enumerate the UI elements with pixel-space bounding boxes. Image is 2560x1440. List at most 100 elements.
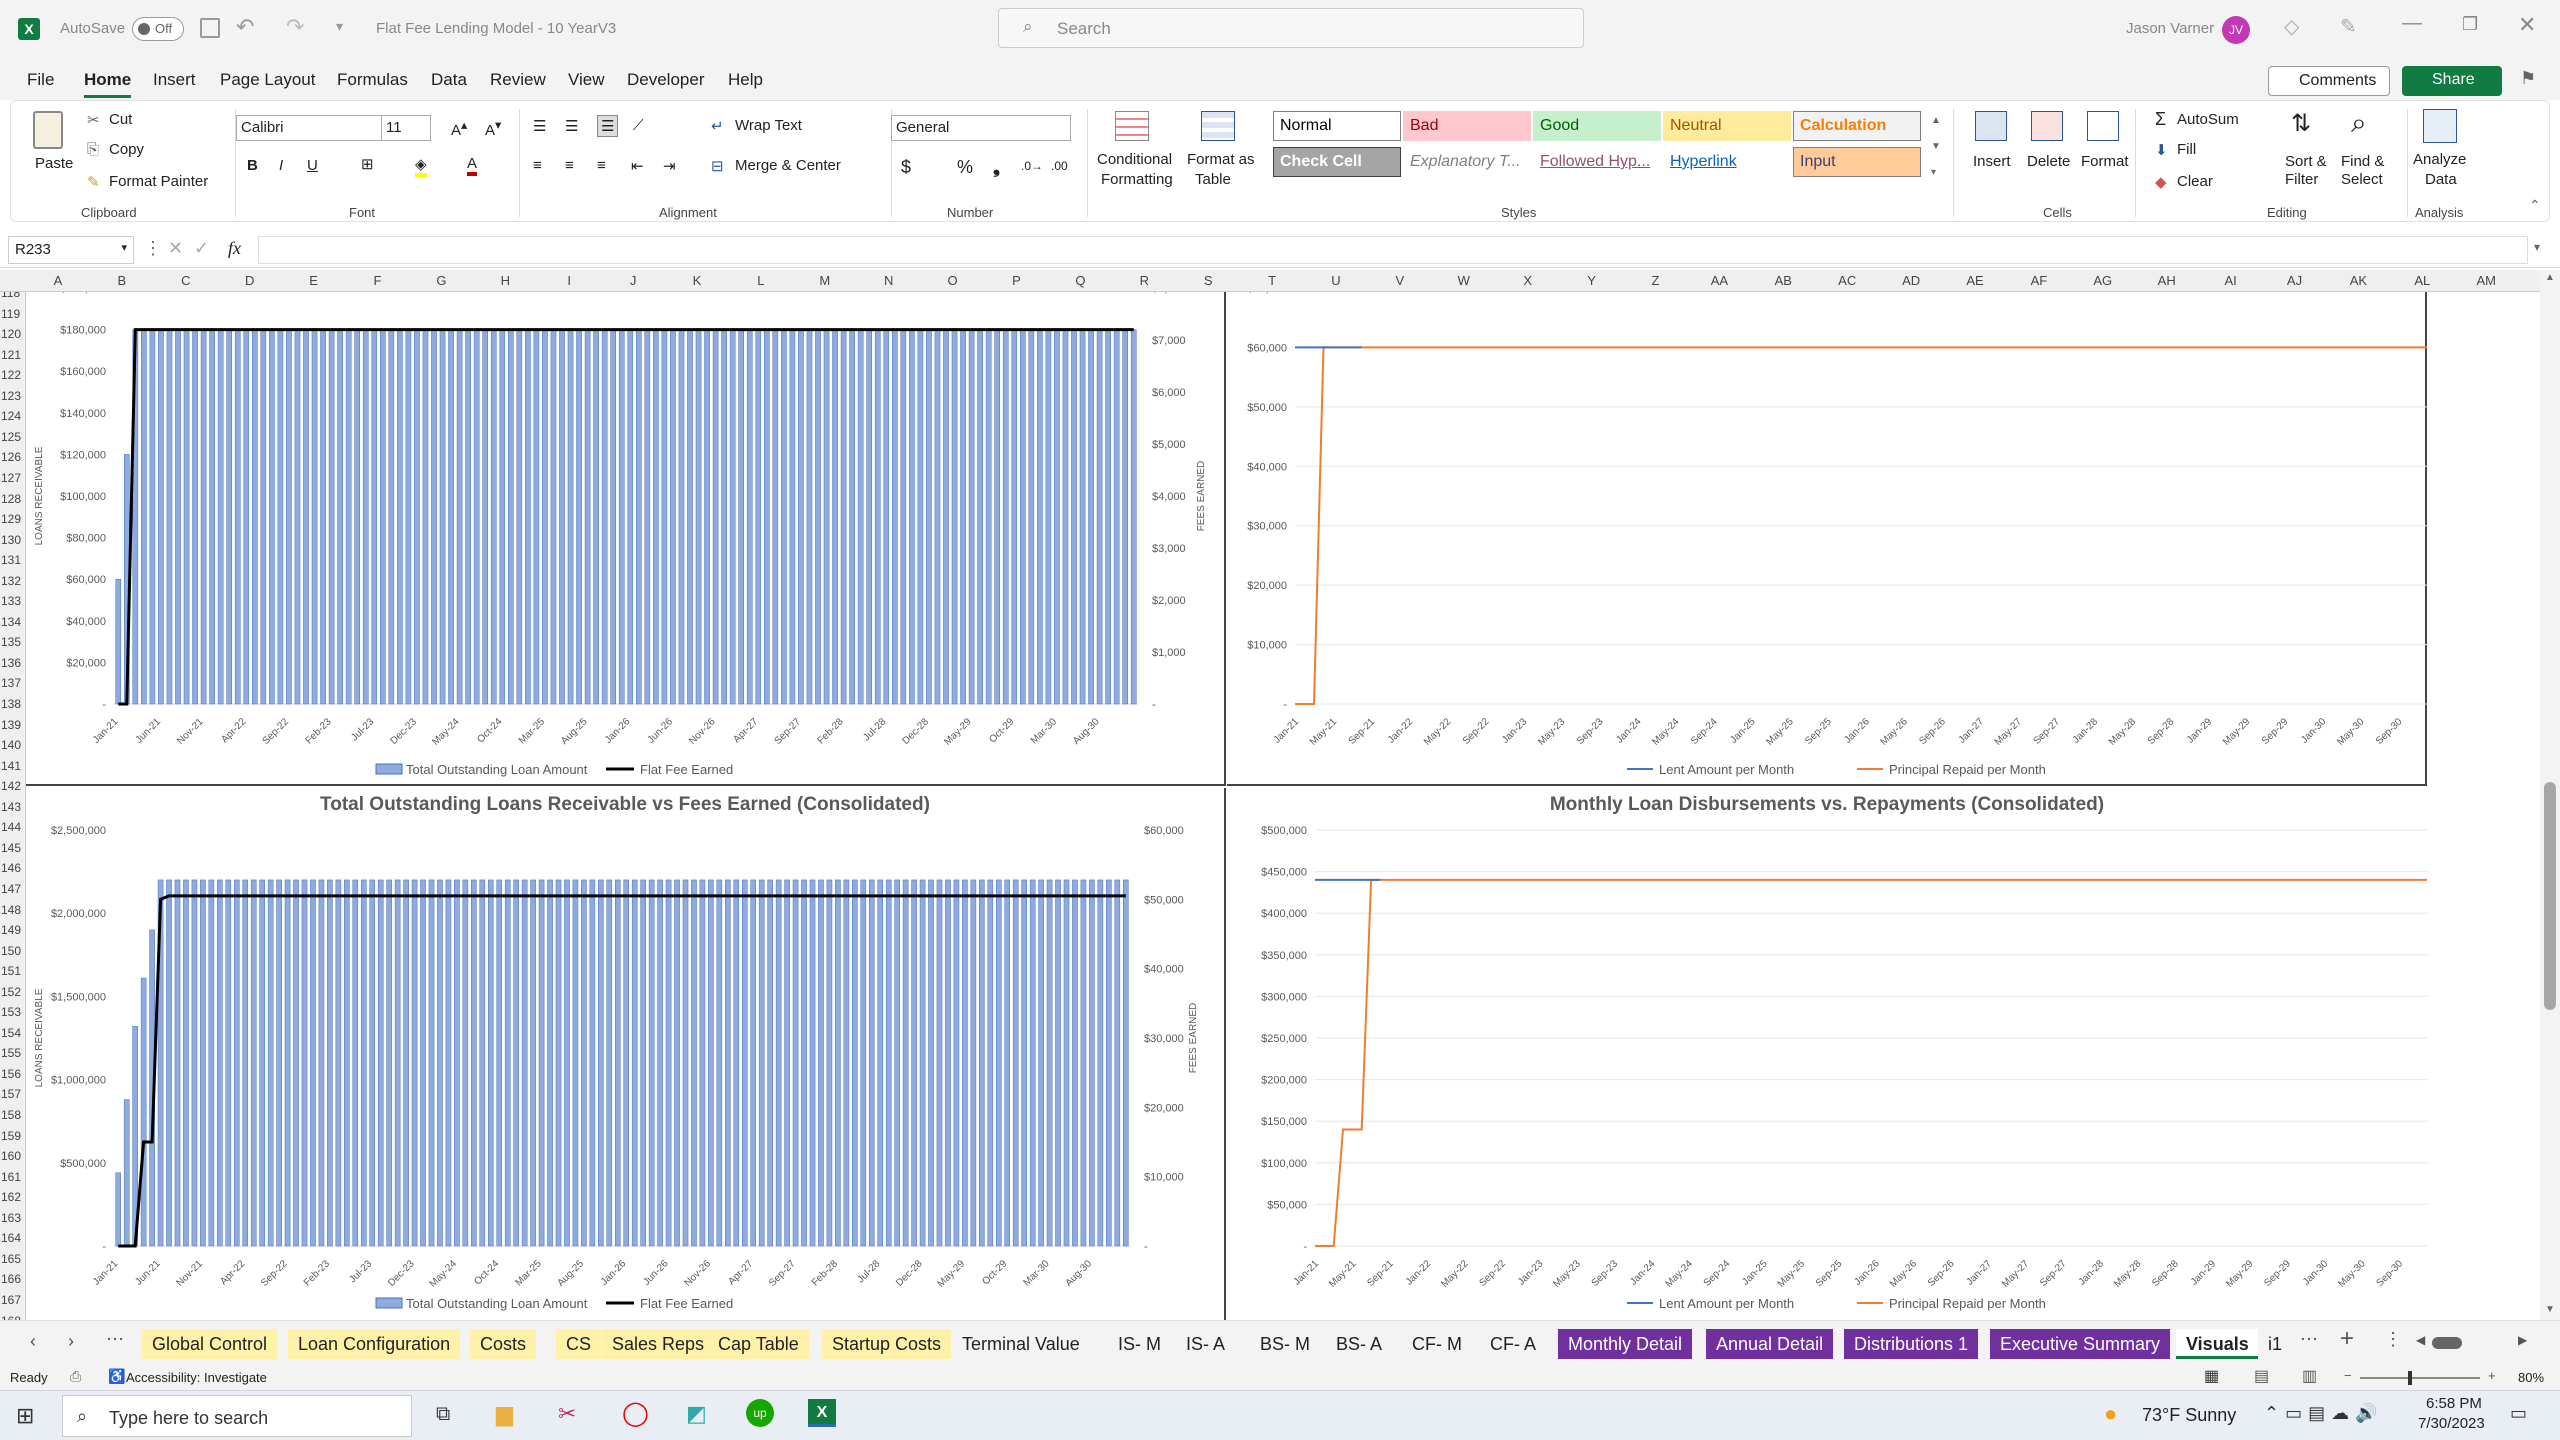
autosum-button[interactable]: AutoSum bbox=[2177, 111, 2239, 128]
row-header-161[interactable]: 161 bbox=[0, 1170, 25, 1184]
column-header-k[interactable]: K bbox=[677, 273, 717, 288]
file-title[interactable]: Flat Fee Lending Model - 10 YearV3 bbox=[376, 20, 616, 37]
column-header-ae[interactable]: AE bbox=[1955, 273, 1995, 288]
font-size-select[interactable]: 11 bbox=[381, 115, 431, 141]
column-header-ah[interactable]: AH bbox=[2147, 273, 2187, 288]
zoom-out-icon[interactable]: − bbox=[2344, 1368, 2352, 1383]
font-color-icon[interactable]: A bbox=[467, 155, 478, 176]
row-header-120[interactable]: 120 bbox=[0, 327, 25, 341]
column-header-d[interactable]: D bbox=[230, 273, 270, 288]
row-header-156[interactable]: 156 bbox=[0, 1067, 25, 1081]
redo-icon[interactable]: ↷ bbox=[286, 14, 304, 40]
chart-loans-vs-fees-consolidated[interactable]: Total Outstanding Loans Receivable vs Fe… bbox=[26, 788, 1226, 1320]
borders-icon[interactable]: ⊞ bbox=[361, 155, 374, 173]
horizontal-scroll-thumb[interactable] bbox=[2432, 1337, 2462, 1349]
sheet-tab-startup-costs[interactable]: Startup Costs bbox=[822, 1329, 952, 1359]
column-header-y[interactable]: Y bbox=[1572, 273, 1612, 288]
scroll-tabs-right-icon[interactable]: › bbox=[68, 1331, 74, 1352]
row-header-154[interactable]: 154 bbox=[0, 1026, 25, 1040]
more-options-icon[interactable]: ⋮ bbox=[144, 238, 162, 259]
chart-loans-vs-fees[interactable]: - $20,000 $40,000 $60,000 $80,000 $100,000 $12… bbox=[26, 292, 1226, 786]
column-header-ab[interactable]: AB bbox=[1763, 273, 1803, 288]
cell-style-bad[interactable]: Bad bbox=[1403, 111, 1531, 141]
scroll-tabs-left-icon[interactable]: ‹ bbox=[30, 1331, 36, 1352]
excel-taskbar-icon[interactable]: X bbox=[808, 1399, 836, 1427]
clock-time[interactable]: 6:58 PM bbox=[2426, 1395, 2482, 1412]
row-header-147[interactable]: 147 bbox=[0, 882, 25, 896]
row-header-130[interactable]: 130 bbox=[0, 533, 25, 547]
cell-style-neutral[interactable]: Neutral bbox=[1663, 111, 1791, 141]
font-name-select[interactable]: Calibri bbox=[236, 115, 386, 141]
customize-qat-icon[interactable]: ▾ bbox=[336, 18, 343, 35]
sheet-tab-global-control[interactable]: Global Control bbox=[142, 1329, 278, 1359]
feedback-icon[interactable]: ⚑ bbox=[2520, 68, 2536, 89]
app-icon[interactable]: ◩ bbox=[686, 1401, 707, 1427]
row-header-126[interactable]: 126 bbox=[0, 450, 25, 464]
sheet-tab-monthly-detail[interactable]: Monthly Detail bbox=[1558, 1329, 1693, 1359]
sheet-tab-cf-m[interactable]: CF- M bbox=[1402, 1329, 1472, 1359]
decrease-decimal-icon[interactable]: .00 bbox=[1051, 159, 1068, 173]
column-header-aj[interactable]: AJ bbox=[2275, 273, 2315, 288]
zoom-slider[interactable] bbox=[2360, 1371, 2480, 1385]
row-header-152[interactable]: 152 bbox=[0, 985, 25, 999]
menu-developer[interactable]: Developer bbox=[627, 70, 705, 90]
fill-color-icon[interactable]: ◈ bbox=[415, 155, 427, 177]
hscroll-right-icon[interactable]: ▶ bbox=[2518, 1333, 2527, 1347]
pen-icon[interactable]: ✎ bbox=[2340, 14, 2357, 39]
column-header-h[interactable]: H bbox=[485, 273, 525, 288]
row-header-125[interactable]: 125 bbox=[0, 430, 25, 444]
row-header-136[interactable]: 136 bbox=[0, 656, 25, 670]
decrease-indent-icon[interactable]: ⇤ bbox=[631, 157, 644, 175]
sheet-tab-i1[interactable]: i1 bbox=[2258, 1329, 2293, 1359]
task-view-icon[interactable]: ⧉ bbox=[436, 1403, 450, 1426]
wrap-text-button[interactable]: Wrap Text bbox=[735, 117, 802, 134]
hscroll-left-icon[interactable]: ◀ bbox=[2416, 1333, 2425, 1347]
column-header-j[interactable]: J bbox=[613, 273, 653, 288]
row-header-162[interactable]: 162 bbox=[0, 1190, 25, 1204]
opera-icon[interactable]: ◯ bbox=[622, 1399, 649, 1428]
cell-style-input[interactable]: Input bbox=[1793, 147, 1921, 177]
column-header-z[interactable]: Z bbox=[1636, 273, 1676, 288]
row-header-151[interactable]: 151 bbox=[0, 964, 25, 978]
row-header-163[interactable]: 163 bbox=[0, 1211, 25, 1225]
cut-button[interactable]: Cut bbox=[109, 111, 132, 128]
column-header-x[interactable]: X bbox=[1508, 273, 1548, 288]
undo-icon[interactable]: ↶ bbox=[236, 14, 254, 40]
upwork-icon[interactable]: up bbox=[746, 1399, 774, 1427]
new-sheet-icon[interactable]: + bbox=[2340, 1325, 2354, 1353]
column-header-ac[interactable]: AC bbox=[1827, 273, 1867, 288]
styles-more-icon[interactable]: ▾ bbox=[1931, 167, 1936, 178]
column-header-ai[interactable]: AI bbox=[2211, 273, 2251, 288]
menu-page-layout[interactable]: Page Layout bbox=[220, 70, 315, 90]
sheet-tab-bs-a[interactable]: BS- A bbox=[1326, 1329, 1393, 1359]
row-header-160[interactable]: 160 bbox=[0, 1149, 25, 1163]
cell-style-check-cell[interactable]: Check Cell bbox=[1273, 147, 1401, 177]
row-header-150[interactable]: 150 bbox=[0, 944, 25, 958]
formula-input[interactable] bbox=[258, 236, 2528, 264]
cell-style-explanatory-t[interactable]: Explanatory T... bbox=[1403, 147, 1531, 177]
percent-icon[interactable]: % bbox=[957, 157, 973, 178]
increase-decimal-icon[interactable]: .0→ bbox=[1021, 159, 1043, 173]
column-header-w[interactable]: W bbox=[1444, 273, 1484, 288]
sheet-tab-terminal-value[interactable]: Terminal Value bbox=[952, 1329, 1090, 1359]
expand-formula-icon[interactable]: ▾ bbox=[2534, 240, 2540, 254]
row-header-123[interactable]: 123 bbox=[0, 389, 25, 403]
row-header-127[interactable]: 127 bbox=[0, 471, 25, 485]
menu-view[interactable]: View bbox=[568, 70, 605, 90]
column-header-i[interactable]: I bbox=[549, 273, 589, 288]
sheet-tab-distributions-1[interactable]: Distributions 1 bbox=[1844, 1329, 1979, 1359]
row-header-119[interactable]: 119 bbox=[0, 307, 25, 321]
number-format-select[interactable]: General bbox=[891, 115, 1071, 141]
column-header-ad[interactable]: AD bbox=[1891, 273, 1931, 288]
accessibility-status[interactable]: Accessibility: Investigate bbox=[126, 1370, 267, 1385]
menu-review[interactable]: Review bbox=[490, 70, 546, 90]
cell-style-normal[interactable]: Normal bbox=[1273, 111, 1401, 141]
tab-options-icon[interactable]: ⋮ bbox=[2384, 1329, 2402, 1350]
clock-date[interactable]: 7/30/2023 bbox=[2418, 1415, 2485, 1432]
row-header-166[interactable]: 166 bbox=[0, 1272, 25, 1286]
row-header-149[interactable]: 149 bbox=[0, 923, 25, 937]
column-header-l[interactable]: L bbox=[741, 273, 781, 288]
page-layout-view-icon[interactable]: ▤ bbox=[2254, 1366, 2269, 1386]
row-header-155[interactable]: 155 bbox=[0, 1046, 25, 1060]
increase-font-icon[interactable]: A▴ bbox=[451, 117, 467, 139]
